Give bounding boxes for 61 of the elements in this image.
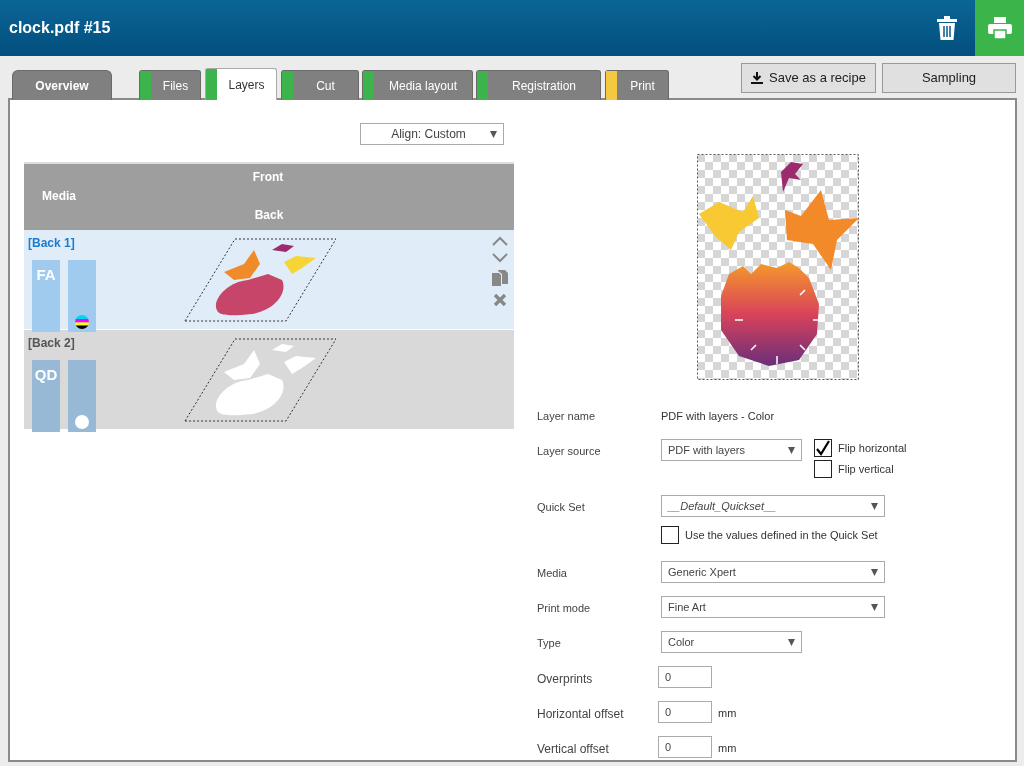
dropdown-caret-icon <box>871 568 878 576</box>
field-label: Vertical offset <box>537 741 610 758</box>
dropdown[interactable]: Fine Art <box>661 596 885 618</box>
dropdown[interactable]: PDF with layers <box>661 439 802 461</box>
checkbox[interactable] <box>661 526 679 544</box>
field-label: Media <box>537 566 568 581</box>
move-up-icon[interactable] <box>492 236 508 246</box>
checkbox[interactable] <box>814 460 832 478</box>
dropdown-caret-icon <box>490 130 497 138</box>
field-value: PDF with layers - Color <box>661 409 775 424</box>
checkbox[interactable] <box>814 439 832 457</box>
field-label: Quick Set <box>537 500 586 515</box>
dropdown-caret-icon <box>788 446 795 454</box>
column-header: Media <box>42 189 76 203</box>
tab[interactable]: Cut <box>281 70 359 100</box>
download-icon <box>751 72 764 84</box>
checkbox-label: Use the values defined in the Quick Set <box>685 527 878 543</box>
unit-label: mm <box>718 706 737 721</box>
tab[interactable]: Overview <box>12 70 112 100</box>
media-code: QD <box>32 360 60 432</box>
dropdown[interactable]: __Default_Quickset__ <box>661 495 885 517</box>
ink-swatch-icon <box>75 315 89 329</box>
dropdown[interactable]: Generic Xpert <box>661 561 885 583</box>
tab[interactable]: Registration <box>476 70 601 100</box>
ink-dot-icon <box>75 415 89 429</box>
layer-row[interactable]: [Back 1] FA <box>24 230 514 330</box>
input-field[interactable]: 0 <box>658 736 712 758</box>
column-header: Front <box>252 170 284 184</box>
input-field[interactable]: 0 <box>658 701 712 723</box>
field-label: Layer name <box>537 409 597 424</box>
unit-label: mm <box>718 741 737 756</box>
tab[interactable]: Media layout <box>362 70 473 100</box>
dropdown[interactable]: Color <box>661 631 802 653</box>
dropdown-caret-icon <box>871 502 878 510</box>
tab[interactable]: Layers <box>205 68 277 100</box>
field-label: Print mode <box>537 601 592 616</box>
dropdown-caret-icon <box>871 603 878 611</box>
print-button[interactable] <box>975 0 1024 56</box>
field-label: Layer source <box>537 444 602 459</box>
tab[interactable]: Files <box>139 70 201 100</box>
dropdown-caret-icon <box>788 638 795 646</box>
save-recipe-button[interactable]: Save as a recipe <box>741 63 876 93</box>
move-down-icon[interactable] <box>492 253 508 263</box>
layer-row[interactable]: [Back 2] QD <box>24 330 514 430</box>
align-select[interactable]: Align: Custom <box>360 123 504 145</box>
field-label: Type <box>537 636 562 651</box>
checkbox-label: Flip horizontal <box>838 440 907 456</box>
checkbox-label: Flip vertical <box>838 461 894 477</box>
input-field[interactable]: 0 <box>658 666 712 688</box>
media-code: FA <box>32 260 60 332</box>
copy-icon[interactable] <box>492 270 508 286</box>
field-label: Horizontal offset <box>537 706 625 723</box>
tab[interactable]: Print <box>605 70 669 100</box>
column-header: Back <box>254 208 284 222</box>
layer-name: [Back 1] <box>28 235 76 252</box>
printer-icon <box>987 17 1012 39</box>
layer-name: [Back 2] <box>28 335 76 352</box>
field-label: Overprints <box>537 671 594 688</box>
sampling-button[interactable]: Sampling <box>882 63 1016 93</box>
document-title: clock.pdf #15 <box>8 18 111 38</box>
delete-icon[interactable] <box>937 16 957 40</box>
